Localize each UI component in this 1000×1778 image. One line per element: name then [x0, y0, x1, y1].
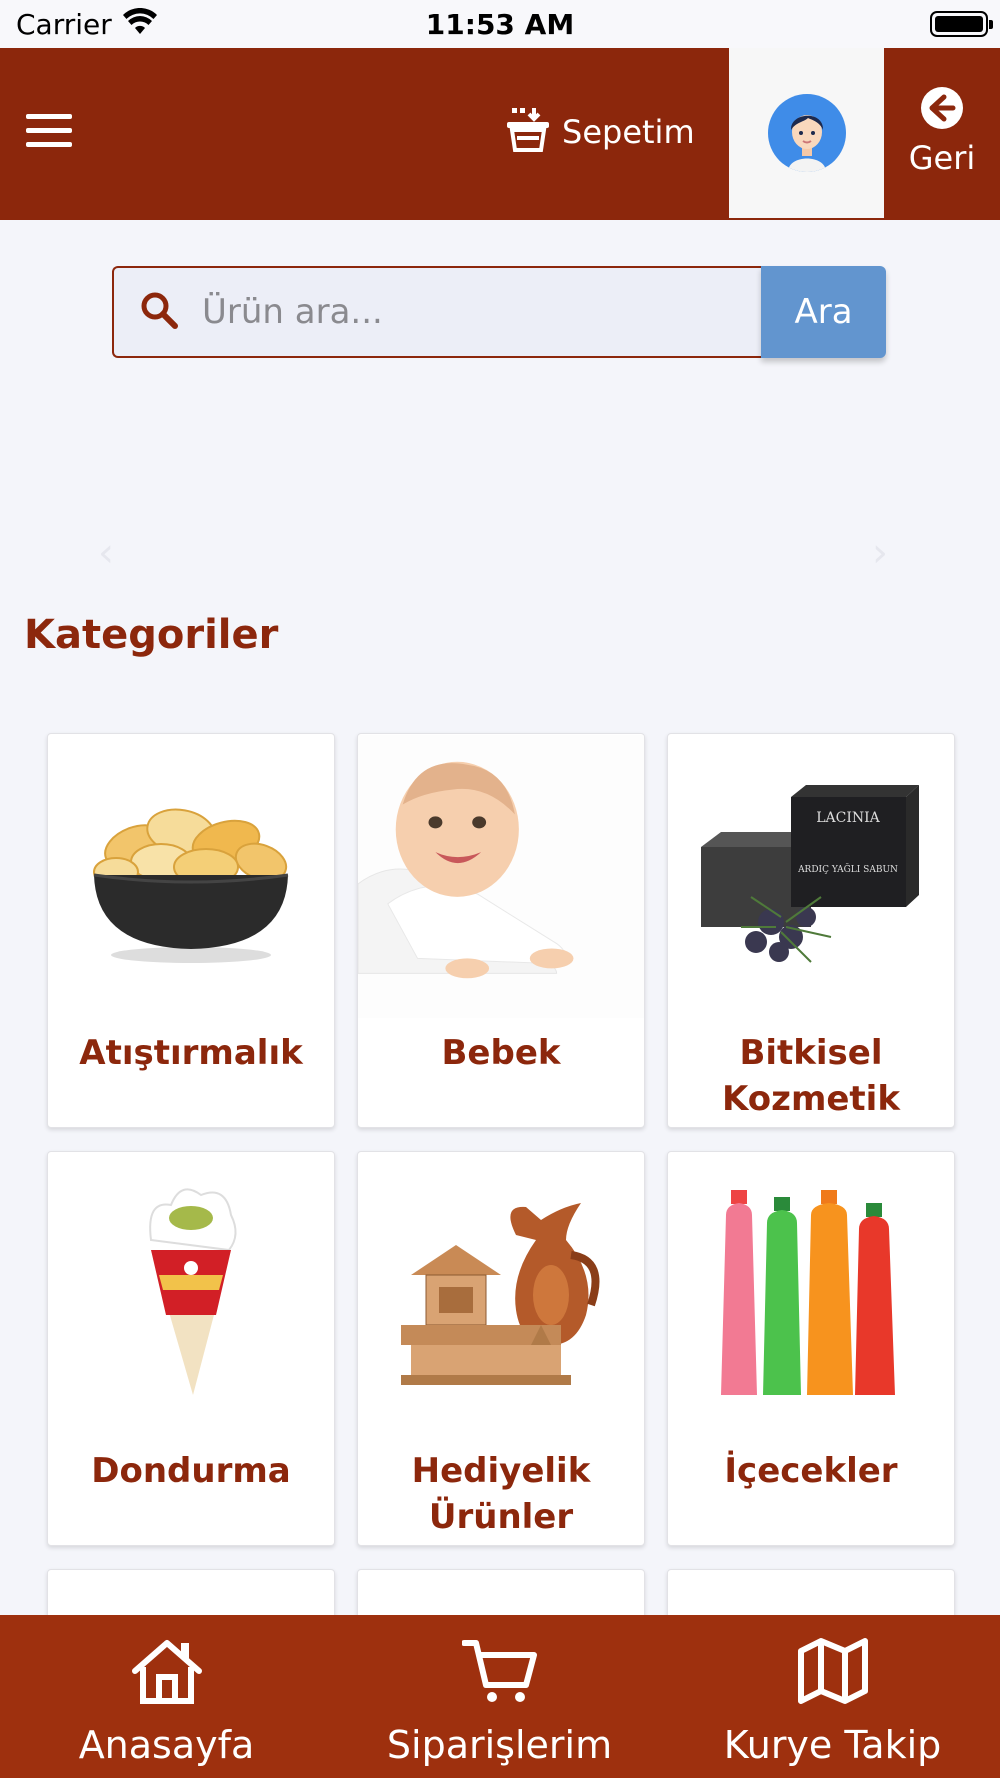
search-button[interactable]: Ara — [761, 266, 886, 358]
cart-label: Sepetim — [562, 113, 695, 151]
nav-label: Anasayfa — [78, 1723, 255, 1767]
category-name: Bitkisel Kozmetik — [722, 1033, 900, 1119]
chips-bowl-image — [48, 734, 334, 1019]
category-name: Atıştırmalık — [79, 1033, 303, 1073]
soda-bottles-image — [668, 1152, 954, 1437]
svg-text:ARDIÇ YAĞLI SABUN: ARDIÇ YAĞLI SABUN — [797, 863, 898, 875]
bottom-nav: Anasayfa Siparişlerim Kurye Takip — [0, 1615, 1000, 1778]
home-icon — [0, 1637, 333, 1709]
map-icon — [666, 1637, 999, 1709]
hamburger-icon-line — [26, 128, 72, 133]
nav-label: Kurye Takip — [723, 1723, 942, 1767]
baby-photo-image — [358, 734, 644, 1019]
category-name: Bebek — [441, 1033, 561, 1073]
search-input[interactable] — [202, 292, 722, 332]
chevron-left-icon[interactable]: ‹ — [98, 530, 128, 576]
hamburger-icon-line — [26, 142, 72, 147]
menu-button[interactable] — [26, 114, 76, 154]
chevron-right-icon[interactable]: › — [872, 530, 902, 576]
avatar — [767, 94, 846, 172]
category-card[interactable]: LACINIA ARDIÇ YAĞLI SABUN Bitkisel Kozme… — [667, 733, 955, 1128]
category-name: Hediyelik Ürünler — [411, 1451, 591, 1537]
nav-item-home[interactable]: Anasayfa — [0, 1615, 333, 1778]
cart-link[interactable]: Sepetim — [506, 102, 695, 162]
svg-text:LACINIA: LACINIA — [816, 810, 880, 826]
hamburger-icon-line — [26, 114, 72, 119]
search-icon — [140, 291, 178, 333]
search-field[interactable] — [112, 266, 761, 358]
arrow-left-circle-icon — [884, 85, 1000, 135]
profile-button[interactable] — [729, 48, 884, 218]
category-card[interactable]: Hediyelik Ürünler — [357, 1151, 645, 1546]
ice-cream-cone-image — [48, 1152, 334, 1437]
category-name: Dondurma — [91, 1451, 291, 1491]
category-name: İçecekler — [724, 1451, 898, 1491]
category-card[interactable]: Atıştırmalık — [47, 733, 335, 1128]
copper-jug-gift-image — [358, 1152, 644, 1437]
cart-icon — [333, 1637, 666, 1709]
category-card[interactable]: Dondurma — [47, 1151, 335, 1546]
clock: 11:53 AM — [425, 8, 575, 41]
nav-item-orders[interactable]: Siparişlerim — [333, 1615, 666, 1778]
back-button[interactable]: Geri — [884, 48, 1000, 220]
app-header: Sepetim Geri — [0, 48, 1000, 220]
banner-carousel: ‹ › — [0, 390, 1000, 710]
back-label: Geri — [908, 139, 976, 177]
nav-item-courier[interactable]: Kurye Takip — [666, 1615, 999, 1778]
basket-icon — [506, 106, 550, 158]
category-card[interactable]: Bebek — [357, 733, 645, 1128]
nav-label: Siparişlerim — [386, 1723, 613, 1767]
category-card[interactable]: İçecekler — [667, 1151, 955, 1546]
search-bar: Ara — [112, 266, 886, 358]
battery-icon — [930, 11, 993, 37]
soap-box-image: LACINIA ARDIÇ YAĞLI SABUN — [668, 734, 954, 1019]
section-title: Kategoriler — [24, 612, 279, 658]
status-bar: Carrier 11:53 AM — [0, 0, 1000, 48]
